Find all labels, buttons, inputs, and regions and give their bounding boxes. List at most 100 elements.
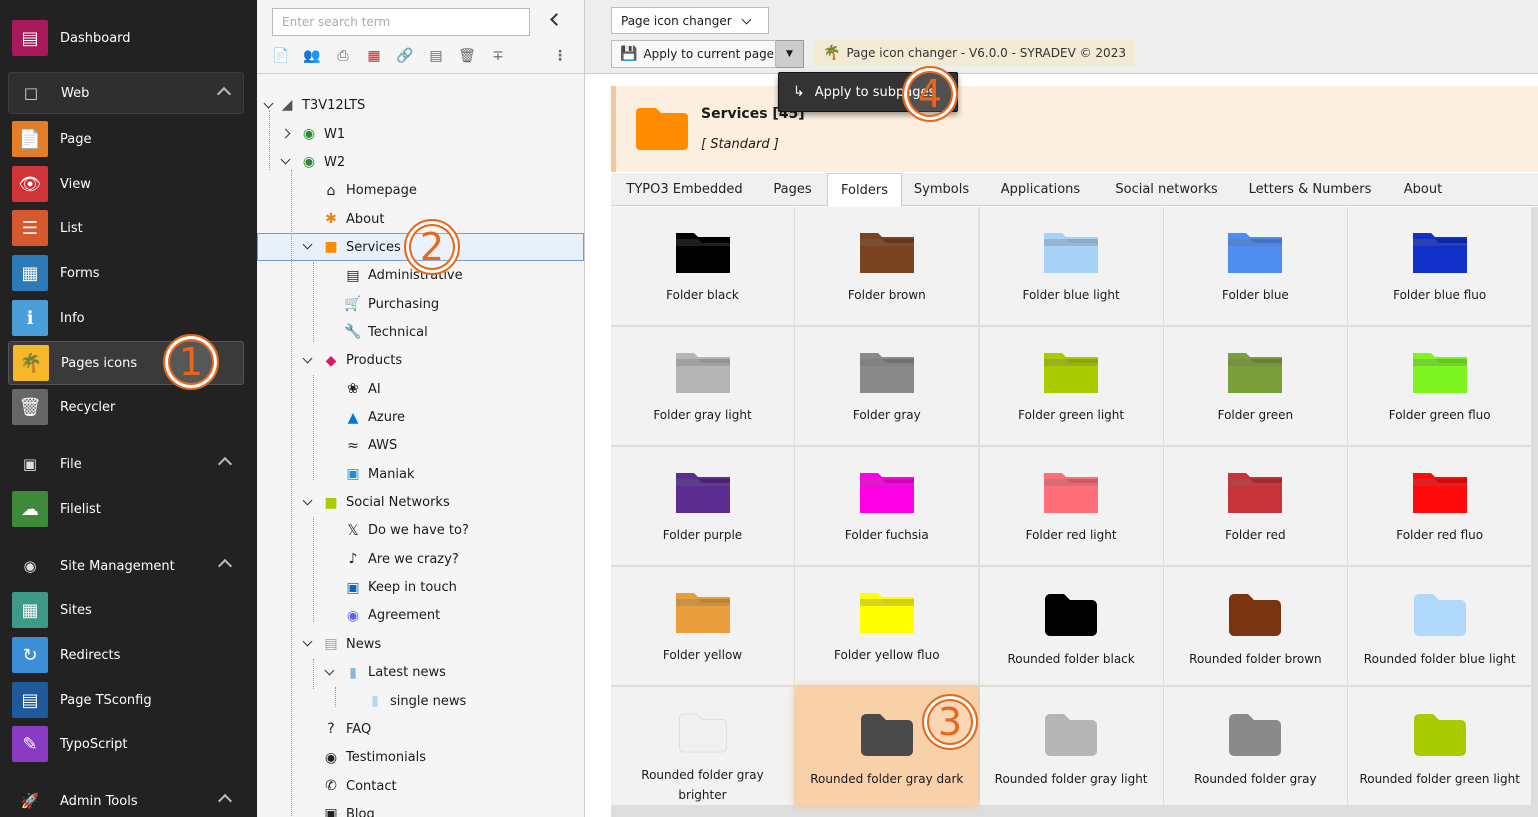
trash-icon[interactable]: 🗑 [457,46,477,66]
tab-typo3-embedded[interactable]: TYPO3 Embedded [611,173,758,206]
new-page-delete-icon[interactable]: ▦ [364,46,384,66]
icon-tile-folder-blue-light[interactable]: Folder blue light [979,207,1163,325]
tree-node-homepage[interactable]: ⌂ Homepage [321,178,417,204]
icon-tile-folder-blue[interactable]: Folder blue [1163,207,1347,325]
icon-tile-folder-red[interactable]: Folder red [1163,447,1347,565]
tree-node-contact[interactable]: ✆ Contact [321,773,396,799]
tree-node-keep-in-touch[interactable]: ▣ Keep in touch [343,575,457,601]
module-item-page-tsconfig[interactable]: ▤ Page TSconfig [8,678,244,722]
tree-node-are-we-crazy[interactable]: ♪ Are we crazy? [343,546,459,572]
tree-node-w1[interactable]: ◉ W1 [299,121,345,147]
icon-tile-folder-green-light[interactable]: Folder green light [979,327,1163,445]
tree-node-w2[interactable]: ◉ W2 [299,149,345,175]
icon-tile-folder-blue-fluo[interactable]: Folder blue fluo [1348,207,1532,325]
tab-applications[interactable]: Applications [981,173,1100,206]
tree-node-maniak[interactable]: ▣ Maniak [343,461,414,487]
tree-node-label: Blog [346,806,375,817]
tree-node-purchasing[interactable]: 🛒 Purchasing [343,291,439,317]
module-group-site-management[interactable]: ◉ Site Management [8,545,244,587]
tree-node-about[interactable]: ✱ About [321,206,384,232]
more-options-icon[interactable]: ⋮ [550,46,570,66]
module-item-dashboard[interactable]: ▤ Dashboard [8,16,244,60]
tab-social-networks[interactable]: Social networks [1100,173,1233,206]
tab-about[interactable]: About [1387,173,1459,206]
icon-tile-folder-fuchsia[interactable]: Folder fuchsia [795,447,979,565]
tree-node-services[interactable]: ■ Services [321,234,400,260]
icon-tile-folder-purple[interactable]: Folder purple [611,447,794,565]
icon-tile-folder-yellow-fluo[interactable]: Folder yellow fluo [795,567,979,685]
module-item-redirects[interactable]: ↻ Redirects [8,633,244,677]
module-item-page[interactable]: 📄 Page [8,117,244,161]
tab-pages[interactable]: Pages [758,173,827,206]
tree-toggle[interactable] [302,495,313,505]
module-item-filelist[interactable]: ☁ Filelist [8,487,244,531]
module-item-recycler[interactable]: 🗑 Recycler [8,385,244,429]
tree-toggle[interactable] [263,98,274,109]
tree-toggle[interactable] [280,154,291,165]
icon-tile-rounded-folder-green-light[interactable]: Rounded folder green light [1348,687,1532,805]
icon-tile-folder-black[interactable]: Folder black [611,207,794,325]
new-page-in-icon[interactable]: ⎙ [333,46,353,66]
icon-tile-folder-gray-light[interactable]: Folder gray light [611,327,794,445]
icon-tile-folder-red-light[interactable]: Folder red light [979,447,1163,565]
function-select[interactable]: Page icon changer [611,7,769,34]
icon-tile-folder-red-fluo[interactable]: Folder red fluo [1348,447,1532,565]
icon-tile-rounded-folder-gray[interactable]: Rounded folder gray [1163,687,1347,805]
tree-search-input[interactable] [272,8,530,36]
apply-dropdown-toggle[interactable]: ▼ [776,40,804,68]
icon-tile-rounded-folder-gray-brighter[interactable]: Rounded folder gray brighter [611,687,794,805]
module-item-view[interactable]: 👁 View [8,162,244,206]
tree-toggle[interactable] [324,665,335,676]
icon-tile-folder-green[interactable]: Folder green [1163,327,1347,445]
tab-symbols[interactable]: Symbols [902,173,981,206]
tree-node-single-news[interactable]: ▮ single news [365,688,466,714]
tree-node-do-we-have-to[interactable]: 𝕏 Do we have to? [343,518,468,544]
tree-node-aws[interactable]: ≈ AWS [343,433,397,459]
module-group-admin-tools[interactable]: 🚀 Admin Tools [8,780,244,817]
tree-toggle[interactable] [280,128,291,139]
module-item-sites[interactable]: ▦ Sites [8,588,244,632]
icon-tile-rounded-folder-gray-light[interactable]: Rounded folder gray light [979,687,1163,805]
icon-tile-rounded-folder-brown[interactable]: Rounded folder brown [1163,567,1347,685]
link-icon[interactable]: 🔗 [395,46,415,66]
tree-node-news[interactable]: ▤ News [321,631,381,657]
tab-letters-numbers[interactable]: Letters & Numbers [1233,173,1387,206]
icon-tile-folder-yellow[interactable]: Folder yellow [611,567,794,685]
chevron-up-icon[interactable] [217,456,233,472]
chevron-up-icon[interactable] [217,558,233,574]
icon-tile-folder-brown[interactable]: Folder brown [795,207,979,325]
new-page-icon[interactable]: 📄 [271,46,291,66]
tree-node-products[interactable]: ◆ Products [321,348,403,374]
tree-root[interactable]: ◢ T3V12LTS [277,92,366,118]
module-item-forms[interactable]: ▦ Forms [8,251,244,295]
chevron-up-icon[interactable] [216,86,232,102]
module-item-typoscript[interactable]: ✎ TypoScript [8,722,244,766]
tree-toggle[interactable] [302,353,313,364]
module-item-info[interactable]: ℹ Info [8,296,244,340]
icon-tile-rounded-folder-blue-light[interactable]: Rounded folder blue light [1348,567,1532,685]
arrow-down-right-icon: ↳ [793,84,805,100]
tree-toggle[interactable] [302,636,313,647]
tree-node-latest-news[interactable]: ▮ Latest news [343,660,446,686]
new-page-user-icon[interactable]: 👥 [302,46,322,66]
icon-tile-rounded-folder-black[interactable]: Rounded folder black [979,567,1163,685]
tree-node-technical[interactable]: 🔧 Technical [343,319,427,345]
tree-node-ai[interactable]: ❀ AI [343,376,381,402]
chevron-up-icon[interactable] [217,793,233,809]
module-group-web[interactable]: □ Web [8,72,244,114]
apply-current-page-button[interactable]: 💾 Apply to current page [611,40,776,68]
icon-tile-folder-green-fluo[interactable]: Folder green fluo [1348,327,1532,445]
folder-icon[interactable]: ▤ [426,46,446,66]
tree-node-faq[interactable]: ? FAQ [321,716,371,742]
module-item-list[interactable]: ☰ List [8,206,244,250]
collapse-tree-icon[interactable] [550,13,563,26]
icon-tile-folder-gray[interactable]: Folder gray [795,327,979,445]
module-group-file[interactable]: ▣ File [8,443,244,485]
tab-folders[interactable]: Folders [827,173,902,207]
divider-icon[interactable]: ∓ [488,46,508,66]
tree-node-social-networks[interactable]: ■ Social Networks [321,490,449,516]
tree-node-blog[interactable]: ▣ Blog [321,801,375,817]
tree-node-agreement[interactable]: ◉ Agreement [343,603,440,629]
tree-node-testimonials[interactable]: ◉ Testimonials [321,745,426,771]
tree-node-azure[interactable]: ▲ Azure [343,405,405,431]
